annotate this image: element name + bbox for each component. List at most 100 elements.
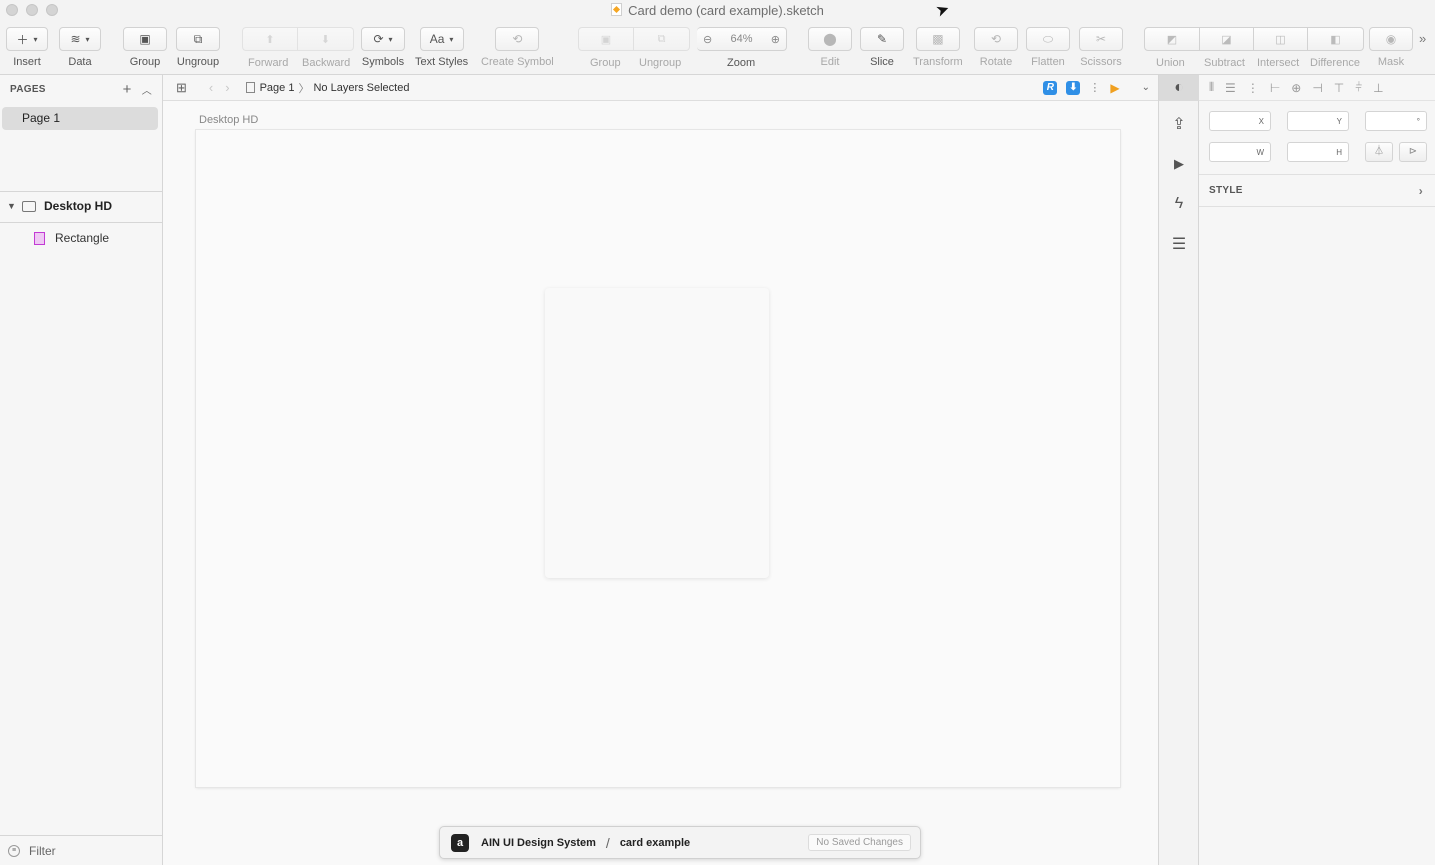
mirror-play-icon[interactable]: ▶ xyxy=(1110,81,1119,95)
intersect-button[interactable]: ◫ xyxy=(1254,27,1308,51)
ungroup-tool[interactable]: ⧉ Ungroup xyxy=(176,27,220,68)
pages-title: PAGES xyxy=(10,83,46,95)
group-tool[interactable]: ▣ Group xyxy=(123,27,167,68)
forward-label: Forward xyxy=(248,57,289,69)
transform-tool[interactable]: ▩ Transform xyxy=(913,27,963,68)
runner-plugin-icon[interactable]: R xyxy=(1043,80,1058,95)
flatten-tool[interactable]: ⬭ Flatten xyxy=(1026,27,1070,68)
grid-view-icon[interactable]: ⊞ xyxy=(176,80,187,96)
symbols-button[interactable]: ⟳ ▾ xyxy=(361,27,405,51)
toolbar-overflow-icon[interactable]: » xyxy=(1419,31,1426,46)
layers-sidebar: PAGES + ︿ Page 1 ▼ Desktop HD Rectangle … xyxy=(0,75,163,865)
create-symbol-tool[interactable]: ⟲ Create Symbol xyxy=(481,27,554,68)
backward-button[interactable]: ⬇ xyxy=(298,27,354,51)
zoom-stepper[interactable]: ⊖ 64% ⊕ xyxy=(697,27,787,51)
rotate-tool[interactable]: ⟲ Rotate xyxy=(974,27,1018,68)
lightning-icon[interactable]: ϟ xyxy=(1159,184,1199,224)
scissors-tool[interactable]: ✂ Scissors xyxy=(1079,27,1123,68)
page-item-label: Page 1 xyxy=(22,111,61,125)
group-button[interactable]: ▣ xyxy=(123,27,167,51)
rotation-field[interactable]: ° xyxy=(1365,111,1427,131)
canvas[interactable]: Desktop HD a AIN UI Design System / card… xyxy=(163,101,1158,865)
slice-button[interactable]: ✎ xyxy=(860,27,904,51)
style-section[interactable]: STYLE › xyxy=(1199,174,1435,207)
breadcrumb-page[interactable]: Page 1 xyxy=(260,82,295,94)
align-middle-icon[interactable]: ⫩ xyxy=(1355,80,1362,95)
add-page-icon[interactable]: + xyxy=(123,81,132,98)
align-right-icon[interactable]: ⊣ xyxy=(1312,81,1322,95)
forward-button[interactable]: ⬆ xyxy=(242,27,298,51)
abstract-project[interactable]: AIN UI Design System xyxy=(481,837,596,849)
more-icon[interactable]: ⋮ xyxy=(1247,81,1259,95)
group-icon: ▣ xyxy=(139,32,151,46)
subtract-button[interactable]: ◪ xyxy=(1200,27,1254,51)
rectangle-card[interactable] xyxy=(545,288,769,578)
arrange-buttons: ⬆ ⬇ xyxy=(242,27,354,51)
chevron-down-icon: ▾ xyxy=(449,34,454,44)
align-bottom-icon[interactable]: ⊥ xyxy=(1373,81,1383,95)
ungroup-button[interactable]: ⧉ xyxy=(176,27,220,51)
x-position-field[interactable]: X xyxy=(1209,111,1271,131)
more-dots-icon[interactable]: ⋮ xyxy=(1089,81,1100,94)
distribute-horizontal-icon[interactable]: ⫴ xyxy=(1209,80,1214,95)
disclosure-triangle-icon[interactable]: ▼ xyxy=(7,201,19,211)
flatten-icon: ⬭ xyxy=(1042,31,1054,46)
mask-button[interactable]: ◉ xyxy=(1369,27,1413,51)
layer-filter[interactable]: ≡ Filter xyxy=(0,835,162,865)
symbols-tool[interactable]: ⟳ ▾ Symbols xyxy=(361,27,405,68)
zoom-in-icon[interactable]: ⊕ xyxy=(771,33,780,46)
forward-arrow-icon[interactable]: › xyxy=(225,80,241,95)
chevron-right-icon[interactable]: › xyxy=(1419,184,1423,198)
text-styles-button[interactable]: Aa ▾ xyxy=(419,27,464,51)
transform-label: Transform xyxy=(913,56,963,68)
width-field[interactable]: W xyxy=(1209,142,1271,162)
inspector-tab-icon[interactable]: ◐ xyxy=(1159,75,1199,101)
collapse-pages-icon[interactable]: ︿ xyxy=(142,82,152,97)
group-secondary-button[interactable]: ▣ xyxy=(578,27,634,51)
transform-button[interactable]: ▩ xyxy=(915,27,960,51)
page-item-page-1[interactable]: Page 1 xyxy=(2,107,158,130)
export-icon[interactable]: ⇪ xyxy=(1159,104,1199,144)
save-status-badge[interactable]: No Saved Changes xyxy=(808,834,911,851)
download-plugin-icon[interactable]: ⬇ xyxy=(1066,80,1081,95)
difference-button[interactable]: ◧ xyxy=(1308,27,1364,51)
artboard-desktop-hd[interactable] xyxy=(196,130,1120,787)
back-arrow-icon[interactable]: ‹ xyxy=(209,80,225,95)
chevron-down-icon[interactable]: ⌄ xyxy=(1142,82,1150,93)
edit-label: Edit xyxy=(820,56,840,68)
align-left-icon[interactable]: ⊢ xyxy=(1270,81,1280,95)
insert-tool[interactable]: ＋ ▾ Insert xyxy=(6,27,48,68)
chevron-down-icon: ▾ xyxy=(85,34,90,44)
flatten-button[interactable]: ⬭ xyxy=(1026,27,1070,51)
edit-tool[interactable]: ⬤ Edit xyxy=(808,27,852,68)
slice-tool[interactable]: ✎ Slice xyxy=(860,27,904,68)
height-field[interactable]: H xyxy=(1287,142,1349,162)
y-position-field[interactable]: Y xyxy=(1287,111,1349,131)
scissors-button[interactable]: ✂ xyxy=(1079,27,1123,51)
prototype-play-icon[interactable]: ▶ xyxy=(1159,144,1199,184)
transform-icon: ▩ xyxy=(932,32,944,46)
artboard-title[interactable]: Desktop HD xyxy=(199,114,258,126)
text-list-icon[interactable]: ☰ xyxy=(1159,224,1199,264)
text-styles-tool[interactable]: Aa ▾ Text Styles xyxy=(415,27,468,68)
distribute-vertical-icon[interactable]: ☰ xyxy=(1225,81,1236,95)
align-top-icon[interactable]: ⊤ xyxy=(1334,81,1344,95)
zoom-out-icon[interactable]: ⊖ xyxy=(703,33,712,46)
send-backward-icon: ⬇ xyxy=(320,33,331,46)
data-tool[interactable]: ≋ ▾ Data xyxy=(59,27,101,68)
data-button[interactable]: ≋ ▾ xyxy=(59,27,101,51)
rotate-button[interactable]: ⟲ xyxy=(974,27,1018,51)
ungroup-secondary-button[interactable]: ⧉ xyxy=(634,27,690,51)
align-center-icon[interactable]: ⊕ xyxy=(1291,81,1301,95)
insert-button[interactable]: ＋ ▾ xyxy=(6,27,48,51)
inspector-panel: ⫴ ☰ ⋮ ⊢ ⊕ ⊣ ⊤ ⫩ ⊥ X Y ° W H ⏃ ⊳ STYLE › xyxy=(1199,75,1435,865)
abstract-branch[interactable]: card example xyxy=(620,837,690,849)
union-button[interactable]: ◩ xyxy=(1144,27,1200,51)
create-symbol-button[interactable]: ⟲ xyxy=(495,27,540,51)
flip-vertical-button[interactable]: ⊳ xyxy=(1399,142,1427,162)
mask-tool[interactable]: ◉ Mask xyxy=(1369,27,1413,68)
layer-rectangle[interactable]: Rectangle xyxy=(0,223,162,253)
layer-artboard-desktop-hd[interactable]: ▼ Desktop HD xyxy=(0,191,162,221)
edit-button[interactable]: ⬤ xyxy=(808,27,852,51)
flip-horizontal-button[interactable]: ⏃ xyxy=(1365,142,1393,162)
